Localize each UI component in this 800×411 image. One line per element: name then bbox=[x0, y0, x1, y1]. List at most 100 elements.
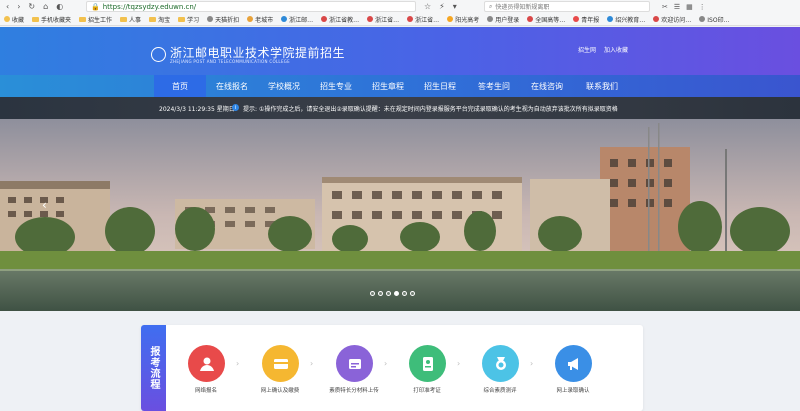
nav-item-majors[interactable]: 招生专业 bbox=[310, 75, 362, 97]
bookmark-label: 老城市 bbox=[255, 16, 274, 24]
bookmark-item[interactable]: 浙江省教… bbox=[317, 15, 363, 24]
medal-icon bbox=[495, 356, 506, 370]
toolbar-actions: ☆ ⚡ ▾ bbox=[424, 2, 484, 11]
shield-icon[interactable]: ◐ bbox=[56, 2, 63, 11]
school-english-name: ZHEJIANG POST AND TELECOMMUNICATION COLL… bbox=[170, 59, 291, 64]
bookmark-item[interactable]: 学习 bbox=[174, 15, 203, 24]
step-label: 素质特长分材料上传 bbox=[329, 388, 379, 394]
bookmark-label: 招生工作 bbox=[88, 16, 113, 24]
bookmark-label: 浙江邮… bbox=[289, 16, 314, 24]
banner-dot[interactable] bbox=[378, 291, 383, 296]
home-icon[interactable]: ⌂ bbox=[43, 2, 48, 11]
banner-dot-active[interactable] bbox=[394, 291, 399, 296]
banner-dot[interactable] bbox=[370, 291, 375, 296]
bookmark-label: ISO印… bbox=[707, 16, 730, 24]
info-icon: i bbox=[232, 104, 239, 111]
school-suffix: 提前招生 bbox=[295, 46, 346, 60]
banner-dot[interactable] bbox=[402, 291, 407, 296]
browser-nav-buttons: ‹ › ↻ ⌂ ◐ bbox=[0, 2, 86, 11]
search-input[interactable]: ⌕ 快递员得知新规离职 bbox=[484, 1, 650, 12]
step-admission-confirm-icon[interactable] bbox=[555, 345, 592, 382]
bookmark-label: 全国高等… bbox=[535, 16, 566, 24]
link-add-favorite[interactable]: 加入收藏 bbox=[604, 45, 628, 54]
bookmark-item[interactable]: 浙江省… bbox=[363, 15, 403, 24]
bookmark-item[interactable]: 浙江省… bbox=[403, 15, 443, 24]
nav-item-overview[interactable]: 学校概况 bbox=[258, 75, 310, 97]
nav-item-charter[interactable]: 招生章程 bbox=[362, 75, 414, 97]
scissors-icon[interactable]: ✂ bbox=[662, 3, 668, 11]
bookmark-item[interactable]: 阳光高考 bbox=[443, 15, 483, 24]
link-admission-site[interactable]: 招生网 bbox=[578, 45, 596, 54]
bookmark-item[interactable]: 天猫折扣 bbox=[203, 15, 243, 24]
step-print-ticket-icon[interactable] bbox=[409, 345, 446, 382]
chevron-right-icon: › bbox=[236, 359, 240, 368]
notice-label: 提示: bbox=[243, 106, 258, 113]
nav-item-schedule[interactable]: 招生日程 bbox=[414, 75, 466, 97]
step-confirm-pay-icon[interactable] bbox=[262, 345, 299, 382]
school-logo-icon bbox=[151, 47, 166, 62]
reload-icon[interactable]: ↻ bbox=[28, 2, 35, 11]
notice-message: ①操作完成之后，请安全退出②录取确认提醒：未在规定时间内登录报服务平台完成录取确… bbox=[258, 106, 618, 113]
user-icon bbox=[199, 357, 214, 371]
bookmark-item[interactable]: 浙江邮… bbox=[277, 15, 317, 24]
address-bar[interactable]: 🔒 https://tqzsydzy.eduwn.cn/ bbox=[86, 1, 416, 12]
bookmark-label: 学习 bbox=[187, 16, 200, 24]
banner-dot[interactable] bbox=[410, 291, 415, 296]
bookmark-label: 人事 bbox=[129, 16, 142, 24]
bookmark-item[interactable]: ISO印… bbox=[695, 15, 733, 24]
bookmark-item[interactable]: 收藏 bbox=[0, 15, 28, 24]
forward-icon[interactable]: › bbox=[17, 2, 20, 11]
step-assessment-icon[interactable] bbox=[482, 345, 519, 382]
bookmark-label: 天猫折扣 bbox=[215, 16, 240, 24]
chevron-down-icon[interactable]: ▾ bbox=[453, 2, 457, 11]
menu-icon[interactable]: ☰ bbox=[674, 3, 680, 11]
bookmark-item[interactable]: 全国高等… bbox=[523, 15, 569, 24]
extension-icons: ✂ ☰ ▦ ⋮ bbox=[662, 3, 706, 11]
lightning-icon[interactable]: ⚡ bbox=[439, 2, 445, 11]
folder-icon bbox=[79, 16, 87, 22]
bookmark-item[interactable]: 淘宝 bbox=[145, 15, 174, 24]
bookmark-label: 绍兴教育… bbox=[615, 16, 646, 24]
card-icon bbox=[273, 358, 288, 369]
notice-text: 提示: ①操作完成之后，请安全退出②录取确认提醒：未在规定时间内登录报服务平台完… bbox=[243, 104, 663, 113]
favicon-icon bbox=[487, 16, 494, 22]
bookmark-item[interactable]: 招生工作 bbox=[75, 15, 116, 24]
chevron-right-icon: › bbox=[457, 359, 461, 368]
banner-dot[interactable] bbox=[386, 291, 391, 296]
step-upload-icon[interactable] bbox=[336, 345, 373, 382]
grid-icon[interactable]: ▦ bbox=[686, 3, 693, 11]
favicon-icon bbox=[573, 16, 580, 22]
favicon-icon bbox=[207, 16, 214, 22]
favicon-icon bbox=[4, 16, 10, 22]
nav-item-contact[interactable]: 联系我们 bbox=[576, 75, 628, 97]
bookmark-item[interactable]: 用户登录 bbox=[483, 15, 523, 24]
more-icon[interactable]: ⋮ bbox=[699, 3, 706, 11]
nav-item-qa[interactable]: 答考生问 bbox=[468, 75, 520, 97]
step-label: 网上录取确认 bbox=[556, 388, 590, 394]
favicon-icon bbox=[321, 16, 328, 22]
campus-photo bbox=[0, 119, 800, 311]
bookmark-item[interactable]: 青年报 bbox=[569, 15, 603, 24]
nav-item-online-apply[interactable]: 在线报名 bbox=[206, 75, 258, 97]
step-label: 打印准考证 bbox=[413, 388, 441, 394]
nav-item-home[interactable]: 首页 bbox=[154, 75, 206, 97]
nav-item-consult[interactable]: 在线咨询 bbox=[521, 75, 573, 97]
bookmark-label: 用户登录 bbox=[495, 16, 520, 24]
bookmark-item[interactable]: 人事 bbox=[116, 15, 145, 24]
campus-banner[interactable] bbox=[0, 119, 800, 311]
folder-icon bbox=[149, 16, 157, 22]
browser-toolbar: ‹ › ↻ ⌂ ◐ 🔒 https://tqzsydzy.eduwn.cn/ ☆… bbox=[0, 0, 800, 13]
favicon-icon bbox=[699, 16, 706, 22]
bookmark-item[interactable]: 老城市 bbox=[243, 15, 277, 24]
favicon-icon bbox=[527, 16, 534, 22]
banner-prev-arrow-icon[interactable]: ‹ bbox=[42, 198, 47, 212]
bookmark-item[interactable]: 手机收藏夹 bbox=[28, 15, 75, 24]
step-online-register-icon[interactable] bbox=[188, 345, 225, 382]
back-icon[interactable]: ‹ bbox=[6, 2, 9, 11]
star-icon[interactable]: ☆ bbox=[424, 2, 431, 11]
bookmark-label: 浙江省教… bbox=[329, 16, 360, 24]
bookmark-item[interactable]: 欢迎访问… bbox=[649, 15, 695, 24]
bookmarks-bar: 收藏 手机收藏夹 招生工作 人事 淘宝 学习 天猫折扣 老城市 浙江邮… 浙江省教… 浙江省… 浙江省… bbox=[0, 13, 800, 26]
folder-icon bbox=[32, 16, 40, 22]
bookmark-item[interactable]: 绍兴教育… bbox=[603, 15, 649, 24]
